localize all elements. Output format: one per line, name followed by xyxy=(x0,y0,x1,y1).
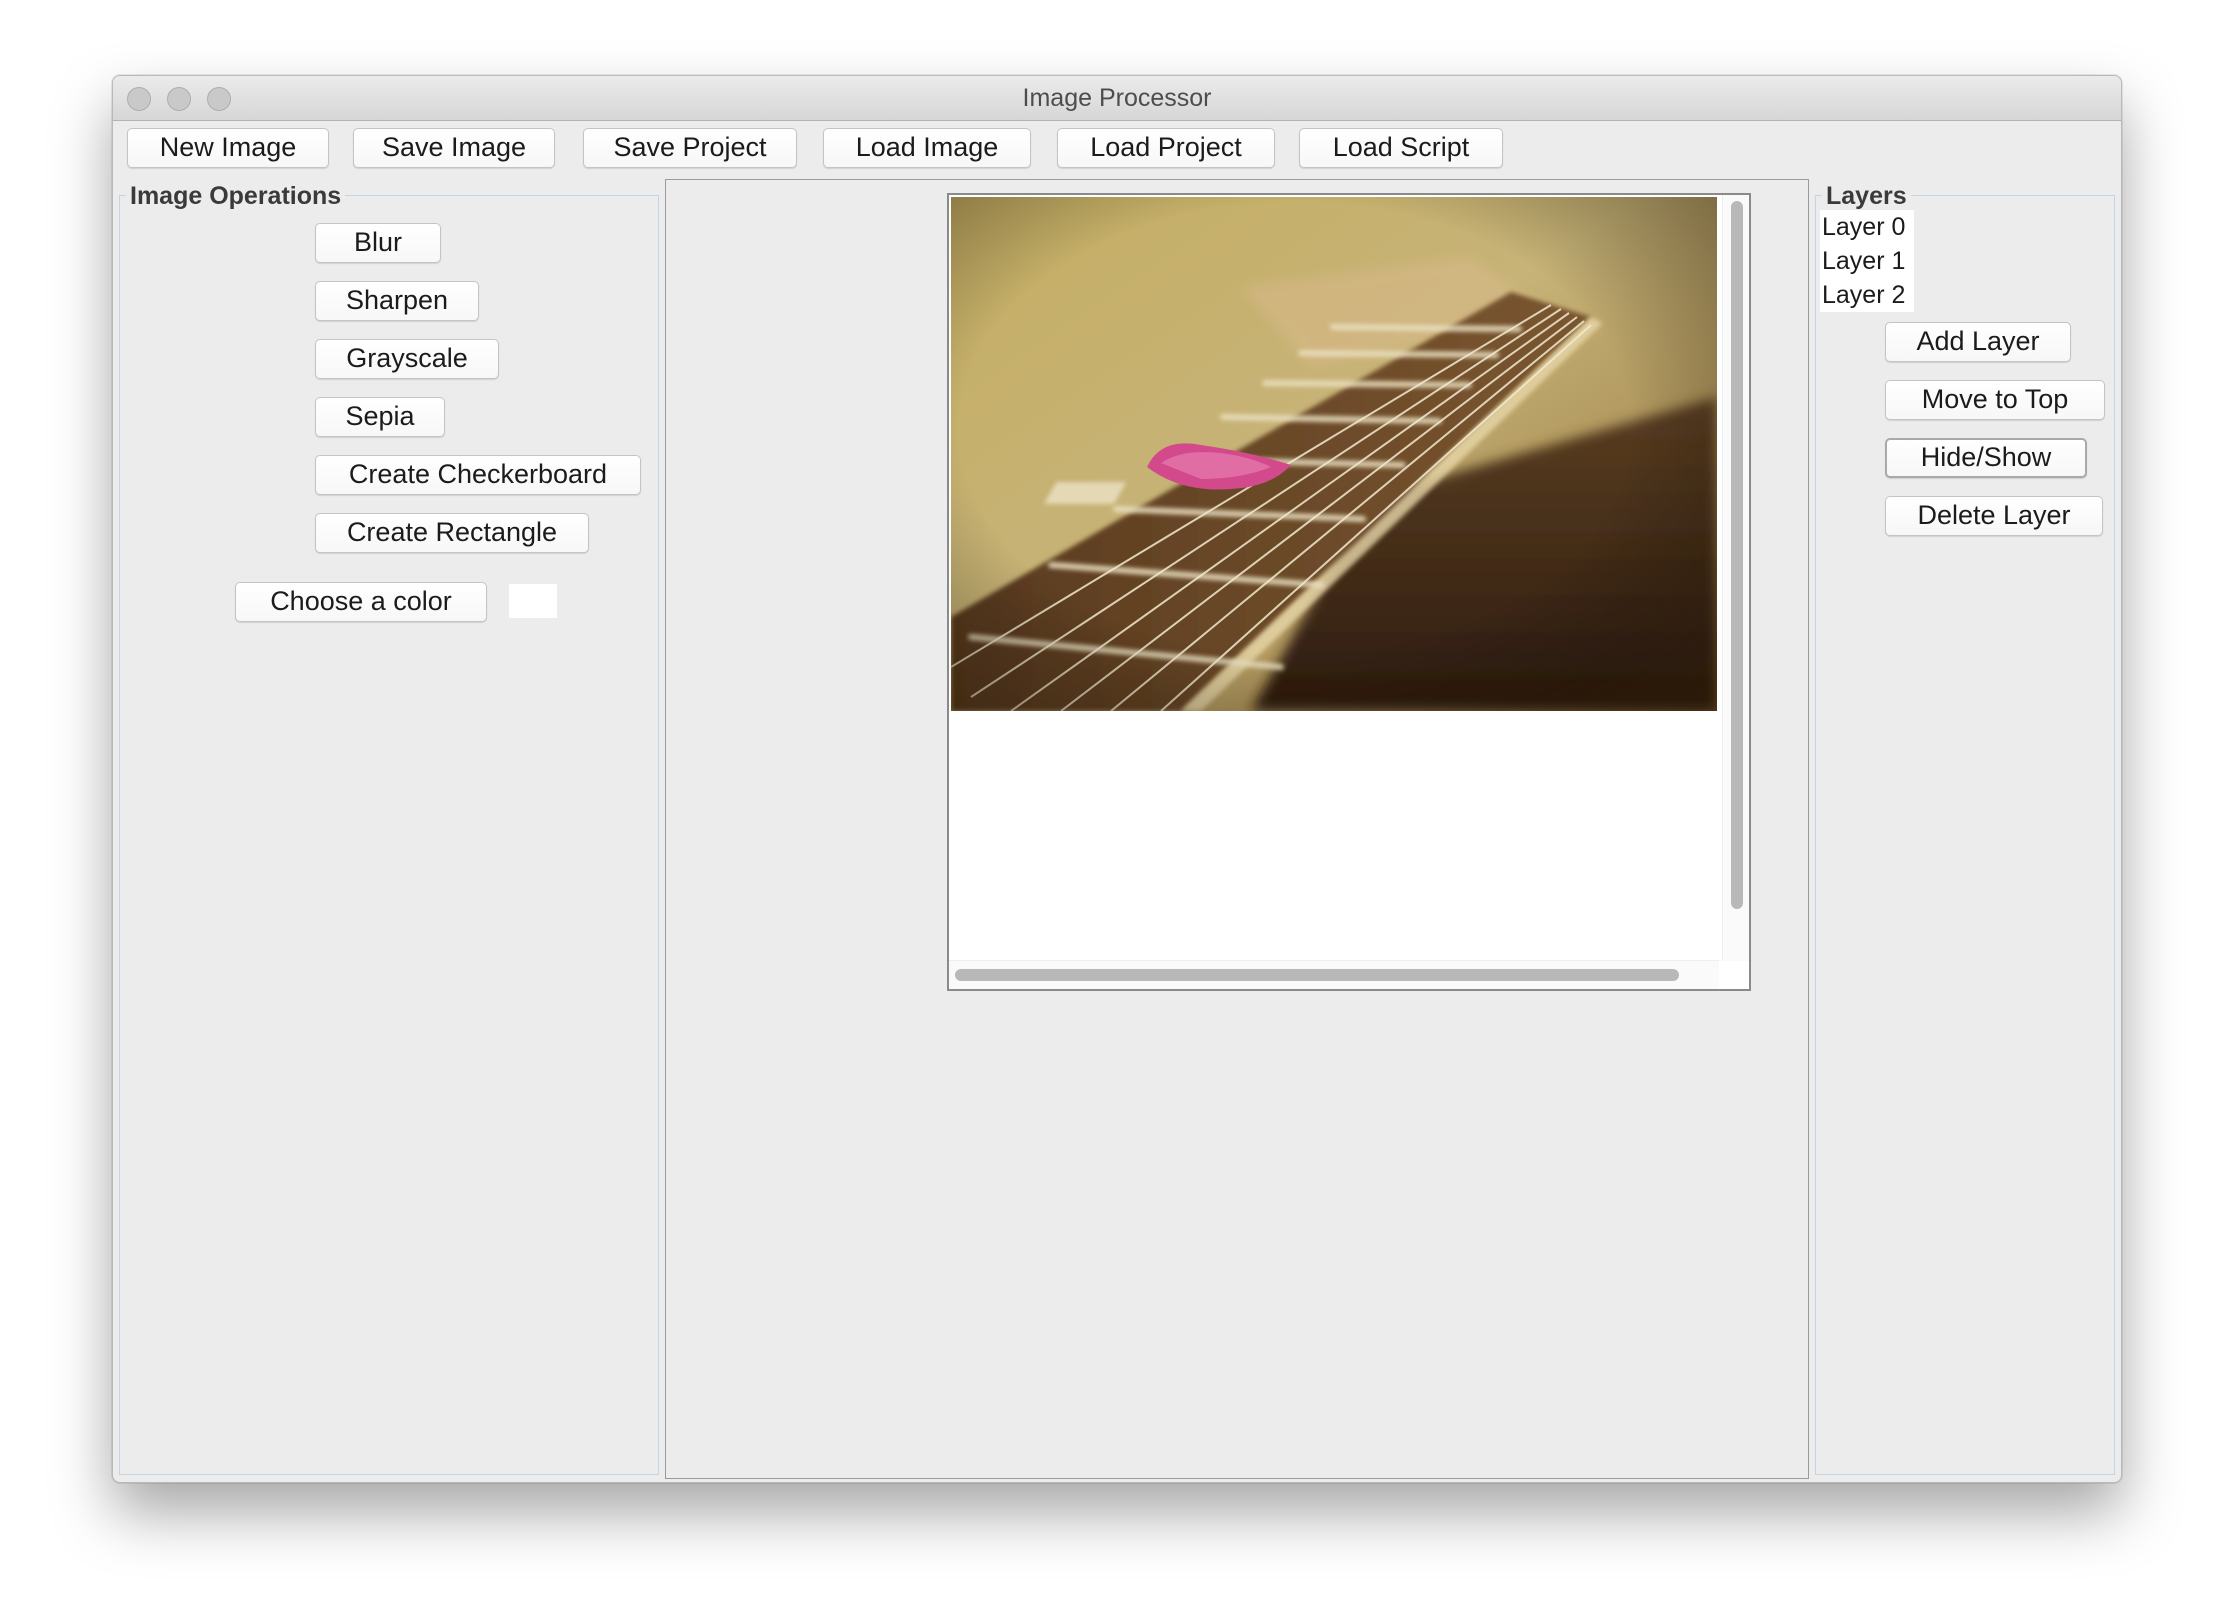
guitar-image xyxy=(951,197,1717,711)
choose-color-button[interactable]: Choose a color xyxy=(235,582,487,622)
window-title: Image Processor xyxy=(1022,84,1212,112)
create-rectangle-button[interactable]: Create Rectangle xyxy=(315,513,589,553)
color-swatch xyxy=(509,584,557,618)
sharpen-button[interactable]: Sharpen xyxy=(315,281,479,321)
layer-list-item[interactable]: Layer 2 xyxy=(1820,278,1914,312)
save-project-button[interactable]: Save Project xyxy=(583,128,797,168)
layer-list-item[interactable]: Layer 0 xyxy=(1820,210,1914,244)
vertical-scroll-thumb[interactable] xyxy=(1731,201,1743,909)
horizontal-scroll-thumb[interactable] xyxy=(955,969,1679,981)
image-operations-panel: Image Operations xyxy=(119,182,659,1475)
add-layer-button[interactable]: Add Layer xyxy=(1885,322,2071,362)
title-bar[interactable]: Image Processor xyxy=(113,76,2121,121)
load-script-button[interactable]: Load Script xyxy=(1299,128,1503,168)
blur-button[interactable]: Blur xyxy=(315,223,441,263)
image-scroll-pane[interactable] xyxy=(947,193,1751,991)
image-operations-title: Image Operations xyxy=(126,182,346,210)
layer-list[interactable]: Layer 0 Layer 1 Layer 2 xyxy=(1820,210,1914,312)
horizontal-scrollbar[interactable] xyxy=(949,960,1719,989)
create-checkerboard-button[interactable]: Create Checkerboard xyxy=(315,455,641,495)
save-image-button[interactable]: Save Image xyxy=(353,128,555,168)
new-image-button[interactable]: New Image xyxy=(127,128,329,168)
sepia-button[interactable]: Sepia xyxy=(315,397,445,437)
load-image-button[interactable]: Load Image xyxy=(823,128,1031,168)
layers-title: Layers xyxy=(1822,182,1911,210)
load-project-button[interactable]: Load Project xyxy=(1057,128,1275,168)
move-to-top-button[interactable]: Move to Top xyxy=(1885,380,2105,420)
app-window: Image Processor New Image Save Image Sav… xyxy=(112,75,2122,1483)
delete-layer-button[interactable]: Delete Layer xyxy=(1885,496,2103,536)
layer-list-item[interactable]: Layer 1 xyxy=(1820,244,1914,278)
hide-show-button[interactable]: Hide/Show xyxy=(1885,438,2087,478)
grayscale-button[interactable]: Grayscale xyxy=(315,339,499,379)
vertical-scrollbar[interactable] xyxy=(1722,195,1749,961)
